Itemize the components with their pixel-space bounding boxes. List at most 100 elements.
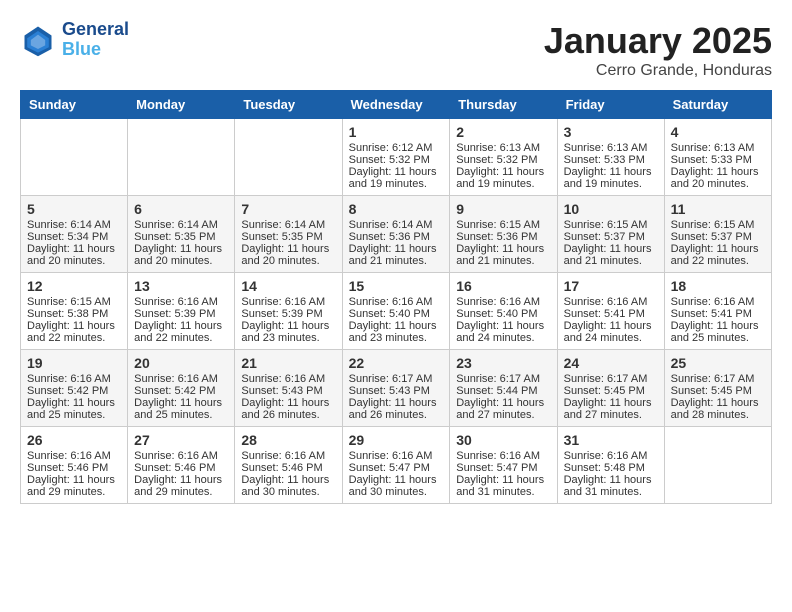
day-info-line: Daylight: 11 hours and 21 minutes.	[564, 243, 658, 267]
day-info-line: Sunset: 5:33 PM	[671, 154, 765, 166]
calendar-cell: 3Sunrise: 6:13 AMSunset: 5:33 PMDaylight…	[557, 119, 664, 196]
day-info-line: Sunset: 5:47 PM	[349, 462, 444, 474]
calendar-cell: 7Sunrise: 6:14 AMSunset: 5:35 PMDaylight…	[235, 196, 342, 273]
day-number: 10	[564, 201, 658, 217]
col-header-saturday: Saturday	[664, 91, 771, 119]
day-info-line: Sunrise: 6:16 AM	[456, 450, 550, 462]
day-info-line: Sunrise: 6:17 AM	[671, 373, 765, 385]
day-info-line: Daylight: 11 hours and 24 minutes.	[564, 320, 658, 344]
day-info-line: Sunset: 5:32 PM	[349, 154, 444, 166]
calendar-cell: 21Sunrise: 6:16 AMSunset: 5:43 PMDayligh…	[235, 350, 342, 427]
day-info-line: Sunrise: 6:13 AM	[456, 142, 550, 154]
day-number: 3	[564, 124, 658, 140]
day-number: 11	[671, 201, 765, 217]
day-info-line: Sunrise: 6:13 AM	[671, 142, 765, 154]
day-info-line: Sunset: 5:35 PM	[241, 231, 335, 243]
day-number: 30	[456, 432, 550, 448]
calendar-cell: 31 Sunrise: 6:16 AMSunset: 5:48 PMDayligh…	[557, 427, 664, 504]
day-info-line: Sunrise: 6:16 AM	[564, 450, 658, 462]
calendar-cell: 26Sunrise: 6:16 AMSunset: 5:46 PMDayligh…	[21, 427, 128, 504]
day-number: 18	[671, 278, 765, 294]
day-info-line: Sunrise: 6:16 AM	[134, 296, 228, 308]
day-info-line: Daylight: 11 hours and 30 minutes.	[349, 474, 444, 498]
col-header-tuesday: Tuesday	[235, 91, 342, 119]
day-info-line: Daylight: 11 hours and 22 minutes.	[27, 320, 121, 344]
calendar-cell: 13Sunrise: 6:16 AMSunset: 5:39 PMDayligh…	[128, 273, 235, 350]
day-info-line: Daylight: 11 hours and 22 minutes.	[671, 243, 765, 267]
day-info-line: Sunset: 5:48 PM	[564, 462, 658, 474]
calendar-cell: 2Sunrise: 6:13 AMSunset: 5:32 PMDaylight…	[450, 119, 557, 196]
day-info-line: Daylight: 11 hours and 31 minutes.	[564, 474, 658, 498]
day-info-line: Daylight: 11 hours and 21 minutes.	[456, 243, 550, 267]
day-info-line: Daylight: 11 hours and 30 minutes.	[241, 474, 335, 498]
day-info-line: Sunset: 5:45 PM	[671, 385, 765, 397]
day-info-line: Sunset: 5:40 PM	[349, 308, 444, 320]
day-info-line: Sunset: 5:46 PM	[241, 462, 335, 474]
calendar-cell	[664, 427, 771, 504]
logo-icon	[20, 22, 56, 58]
day-info-line: Sunrise: 6:16 AM	[27, 450, 121, 462]
day-number: 5	[27, 201, 121, 217]
calendar-cell: 9Sunrise: 6:15 AMSunset: 5:36 PMDaylight…	[450, 196, 557, 273]
calendar-cell: 8Sunrise: 6:14 AMSunset: 5:36 PMDaylight…	[342, 196, 450, 273]
day-info-line: Daylight: 11 hours and 20 minutes.	[671, 166, 765, 190]
day-info-line: Sunrise: 6:16 AM	[241, 450, 335, 462]
day-number: 25	[671, 355, 765, 371]
day-info-line: Sunrise: 6:14 AM	[134, 219, 228, 231]
day-info-line: Sunrise: 6:16 AM	[134, 373, 228, 385]
calendar-cell	[21, 119, 128, 196]
day-info-line: Sunrise: 6:15 AM	[456, 219, 550, 231]
calendar-cell: 19Sunrise: 6:16 AMSunset: 5:42 PMDayligh…	[21, 350, 128, 427]
day-info-line: Sunrise: 6:12 AM	[349, 142, 444, 154]
day-info-line: Sunset: 5:40 PM	[456, 308, 550, 320]
day-number: 31	[564, 432, 658, 448]
calendar-cell: 10 Sunrise: 6:15 AMSunset: 5:37 PMDayligh…	[557, 196, 664, 273]
day-info-line: Sunset: 5:37 PM	[671, 231, 765, 243]
day-info-line: Daylight: 11 hours and 29 minutes.	[134, 474, 228, 498]
day-info-line: Sunrise: 6:15 AM	[27, 296, 121, 308]
day-info-line: Sunrise: 6:15 AM	[564, 219, 658, 231]
calendar-cell: 30Sunrise: 6:16 AMSunset: 5:47 PMDayligh…	[450, 427, 557, 504]
day-info-line: Daylight: 11 hours and 25 minutes.	[134, 397, 228, 421]
page-header: General Blue January 2025 Cerro Grande, …	[20, 20, 772, 80]
day-info-line: Sunset: 5:39 PM	[134, 308, 228, 320]
day-info-line: Daylight: 11 hours and 25 minutes.	[27, 397, 121, 421]
day-info-line: Sunrise: 6:16 AM	[456, 296, 550, 308]
day-info-line: Sunrise: 6:14 AM	[27, 219, 121, 231]
day-info-line: Sunset: 5:37 PM	[564, 231, 658, 243]
day-number: 7	[241, 201, 335, 217]
logo: General Blue	[20, 20, 129, 60]
day-info-line: Daylight: 11 hours and 27 minutes.	[564, 397, 658, 421]
day-info-line: Daylight: 11 hours and 26 minutes.	[349, 397, 444, 421]
month-title: January 2025	[544, 20, 772, 62]
col-header-wednesday: Wednesday	[342, 91, 450, 119]
day-number: 26	[27, 432, 121, 448]
day-info-line: Sunset: 5:44 PM	[456, 385, 550, 397]
day-number: 29	[349, 432, 444, 448]
day-info-line: Daylight: 11 hours and 19 minutes.	[564, 166, 658, 190]
col-header-sunday: Sunday	[21, 91, 128, 119]
title-section: January 2025 Cerro Grande, Honduras	[544, 20, 772, 80]
day-info-line: Sunrise: 6:14 AM	[241, 219, 335, 231]
calendar-cell: 20Sunrise: 6:16 AMSunset: 5:42 PMDayligh…	[128, 350, 235, 427]
calendar-cell	[128, 119, 235, 196]
calendar-week-row: 12Sunrise: 6:15 AMSunset: 5:38 PMDayligh…	[21, 273, 772, 350]
day-info-line: Sunrise: 6:13 AM	[564, 142, 658, 154]
calendar-cell: 16Sunrise: 6:16 AMSunset: 5:40 PMDayligh…	[450, 273, 557, 350]
day-number: 8	[349, 201, 444, 217]
day-number: 23	[456, 355, 550, 371]
logo-line2: Blue	[62, 40, 129, 60]
day-number: 27	[134, 432, 228, 448]
day-info-line: Daylight: 11 hours and 31 minutes.	[456, 474, 550, 498]
calendar-cell: 23Sunrise: 6:17 AMSunset: 5:44 PMDayligh…	[450, 350, 557, 427]
calendar-cell: 4Sunrise: 6:13 AMSunset: 5:33 PMDaylight…	[664, 119, 771, 196]
day-info-line: Daylight: 11 hours and 23 minutes.	[241, 320, 335, 344]
day-number: 17	[564, 278, 658, 294]
day-info-line: Sunrise: 6:16 AM	[27, 373, 121, 385]
day-info-line: Sunset: 5:43 PM	[241, 385, 335, 397]
col-header-monday: Monday	[128, 91, 235, 119]
day-info-line: Daylight: 11 hours and 20 minutes.	[134, 243, 228, 267]
col-header-thursday: Thursday	[450, 91, 557, 119]
calendar-cell: 18Sunrise: 6:16 AMSunset: 5:41 PMDayligh…	[664, 273, 771, 350]
calendar-cell: 6Sunrise: 6:14 AMSunset: 5:35 PMDaylight…	[128, 196, 235, 273]
